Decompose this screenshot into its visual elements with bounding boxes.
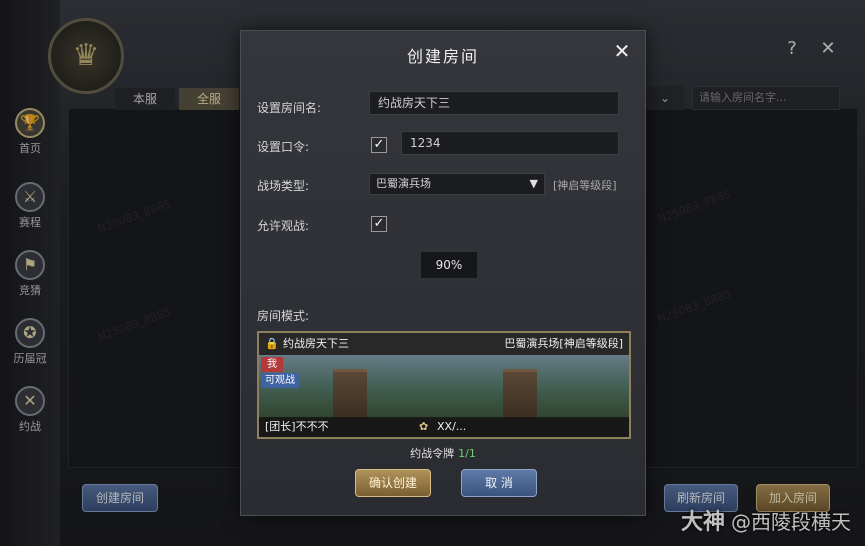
battlefield-label: 战场类型: (257, 179, 310, 193)
card-leader: [团长]不不不 (265, 420, 329, 433)
confirm-create-button[interactable]: 确认创建 (355, 469, 431, 497)
card-footer: [团长]不不不 ✿ XX/... (259, 417, 629, 437)
battlefield-select[interactable]: 巴蜀演兵场 ▼ (369, 173, 545, 195)
chevron-down-icon: ▼ (529, 177, 538, 190)
tower-image (333, 369, 367, 419)
create-room-dialog: 创建房间 ✕ 设置房间名: 约战房天下三 设置口令: ✓ 1234 战场类型: … (240, 30, 646, 516)
allow-watch-label: 允许观战: (257, 219, 310, 233)
dialog-title: 创建房间 (406, 47, 479, 66)
card-header: 🔒 约战房天下三 巴蜀演兵场[神启等级段] (259, 333, 629, 355)
tower-image (503, 369, 537, 419)
room-name-label: 设置房间名: (257, 101, 322, 115)
room-preview-card: 🔒 约战房天下三 巴蜀演兵场[神启等级段] 我 可观战 [团长]不不不 ✿ XX… (257, 331, 631, 439)
tag-me-badge: 我 (261, 357, 283, 372)
card-battlefield: 巴蜀演兵场[神启等级段] (504, 337, 623, 350)
battlefield-value: 巴蜀演兵场 (376, 177, 431, 190)
password-input[interactable]: 1234 (401, 131, 619, 155)
token-count: 1/1 (458, 447, 476, 460)
room-name-input[interactable]: 约战房天下三 (369, 91, 619, 115)
card-room-name: 约战房天下三 (283, 337, 349, 350)
tag-watchable-badge: 可观战 (261, 373, 299, 388)
battlefield-tier: [神启等级段] (553, 179, 617, 192)
lock-icon: 🔒 (265, 337, 279, 350)
close-icon[interactable]: ✕ (611, 41, 633, 63)
room-mode-label: 房间模式: (257, 309, 310, 323)
battlefield-scene-image (259, 355, 629, 419)
percent-display: 90% (420, 251, 478, 279)
challenge-token: 约战令牌 1/1 (241, 445, 645, 461)
token-label: 约战令牌 (410, 447, 455, 460)
allow-watch-checkbox[interactable]: ✓ (371, 216, 387, 232)
cancel-button[interactable]: 取 消 (461, 469, 537, 497)
password-label: 设置口令: (257, 140, 310, 154)
password-checkbox[interactable]: ✓ (371, 137, 387, 153)
emblem-icon: ✿ (419, 420, 429, 433)
card-score: XX/... (437, 420, 467, 433)
